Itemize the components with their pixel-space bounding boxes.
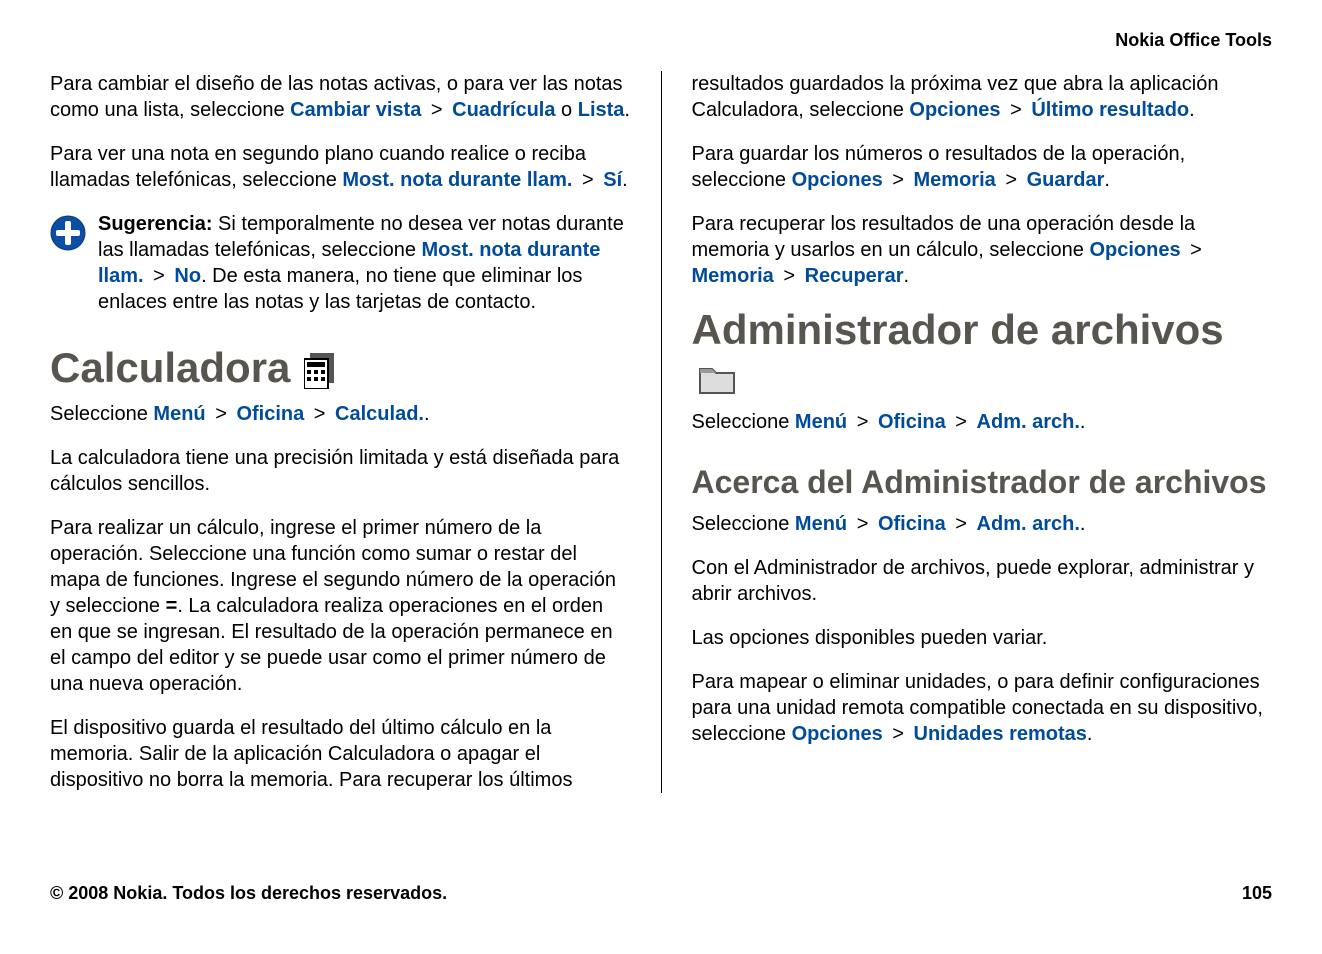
link-oficina[interactable]: Oficina: [878, 513, 946, 535]
separator: >: [1005, 169, 1017, 191]
text: Seleccione: [692, 513, 795, 535]
right-column: resultados guardados la próxima vez que …: [662, 71, 1273, 793]
link-cambiar-vista[interactable]: Cambiar vista: [290, 99, 421, 121]
page-number: 105: [1242, 883, 1272, 904]
link-guardar[interactable]: Guardar: [1027, 169, 1105, 191]
separator: >: [1010, 99, 1022, 121]
para-fm-select: Seleccione Menú > Oficina > Adm. arch..: [692, 409, 1273, 435]
text: .: [1080, 411, 1086, 433]
text: .: [622, 169, 628, 191]
link-menu[interactable]: Menú: [795, 513, 847, 535]
text: .: [1189, 99, 1195, 121]
link-cuadricula[interactable]: Cuadrícula: [452, 99, 555, 121]
para-about-desc: Con el Administrador de archivos, puede …: [692, 555, 1273, 607]
para-save-memory: Para guardar los números o resultados de…: [692, 141, 1273, 193]
separator: >: [857, 411, 869, 433]
folder-icon: [698, 352, 736, 399]
separator: >: [783, 265, 795, 287]
heading-calculadora: Calculadora: [50, 345, 631, 391]
text: .: [1104, 169, 1110, 191]
link-menu[interactable]: Menú: [795, 411, 847, 433]
separator: >: [153, 265, 165, 287]
copyright: © 2008 Nokia. Todos los derechos reserva…: [50, 883, 447, 904]
link-opciones[interactable]: Opciones: [792, 169, 883, 191]
para-change-view: Para cambiar el diseño de las notas acti…: [50, 71, 631, 123]
left-column: Para cambiar el diseño de las notas acti…: [50, 71, 662, 793]
link-opciones[interactable]: Opciones: [1089, 239, 1180, 261]
tip-block: Sugerencia: Si temporalmente no desea ve…: [50, 211, 631, 315]
link-adm-arch[interactable]: Adm. arch.: [977, 411, 1080, 433]
separator: >: [1190, 239, 1202, 261]
separator: >: [892, 723, 904, 745]
link-oficina[interactable]: Oficina: [878, 411, 946, 433]
heading-text: Administrador de archivos: [692, 306, 1224, 353]
text: Seleccione: [692, 411, 795, 433]
link-opciones[interactable]: Opciones: [909, 99, 1000, 121]
link-lista[interactable]: Lista: [578, 99, 625, 121]
calculator-icon: [304, 345, 334, 391]
text: .: [1087, 723, 1093, 745]
link-memoria[interactable]: Memoria: [914, 169, 996, 191]
text: .: [624, 99, 630, 121]
separator: >: [892, 169, 904, 191]
header-title: Nokia Office Tools: [50, 30, 1272, 51]
text: . De esta manera, no tiene que eliminar …: [98, 265, 582, 313]
link-no[interactable]: No: [174, 265, 201, 287]
para-calc-select: Seleccione Menú > Oficina > Calculad..: [50, 401, 631, 427]
para-calc-memory: El dispositivo guarda el resultado del ú…: [50, 715, 631, 793]
link-si[interactable]: Sí: [603, 169, 622, 191]
para-about-select: Seleccione Menú > Oficina > Adm. arch..: [692, 511, 1273, 537]
separator: >: [314, 403, 326, 425]
separator: >: [582, 169, 594, 191]
separator: >: [955, 411, 967, 433]
link-calculad[interactable]: Calculad.: [335, 403, 424, 425]
separator: >: [857, 513, 869, 535]
link-ultimo-resultado[interactable]: Último resultado: [1031, 99, 1189, 121]
link-memoria[interactable]: Memoria: [692, 265, 774, 287]
text: .: [904, 265, 910, 287]
separator: >: [431, 99, 443, 121]
text: o: [561, 99, 578, 121]
para-about-options: Las opciones disponibles pueden variar.: [692, 625, 1273, 651]
para-calc-precision: La calculadora tiene una precisión limit…: [50, 445, 631, 497]
separator: >: [955, 513, 967, 535]
tip-icon: [50, 215, 86, 251]
separator: >: [215, 403, 227, 425]
link-menu[interactable]: Menú: [153, 403, 205, 425]
footer: © 2008 Nokia. Todos los derechos reserva…: [50, 883, 1272, 904]
equals-key: =: [166, 595, 178, 617]
link-recuperar[interactable]: Recuperar: [805, 265, 904, 287]
heading-text: Calculadora: [50, 345, 290, 391]
para-remote-drives: Para mapear o eliminar unidades, o para …: [692, 669, 1273, 747]
tip-text: Sugerencia: Si temporalmente no desea ve…: [98, 211, 631, 315]
link-unidades-remotas[interactable]: Unidades remotas: [914, 723, 1087, 745]
para-calc-howto: Para realizar un cálculo, ingrese el pri…: [50, 515, 631, 697]
heading-about-file-manager: Acerca del Administrador de archivos: [692, 465, 1273, 500]
text: .: [1080, 513, 1086, 535]
link-adm-arch[interactable]: Adm. arch.: [977, 513, 1080, 535]
text: Seleccione: [50, 403, 153, 425]
link-opciones[interactable]: Opciones: [792, 723, 883, 745]
tip-label: Sugerencia:: [98, 213, 218, 235]
para-last-result: resultados guardados la próxima vez que …: [692, 71, 1273, 123]
link-most-nota-llam[interactable]: Most. nota durante llam.: [342, 169, 572, 191]
heading-file-manager: Administrador de archivos: [692, 307, 1273, 399]
para-show-note-call: Para ver una nota en segundo plano cuand…: [50, 141, 631, 193]
para-recover-memory: Para recuperar los resultados de una ope…: [692, 211, 1273, 289]
text: .: [424, 403, 430, 425]
link-oficina[interactable]: Oficina: [236, 403, 304, 425]
